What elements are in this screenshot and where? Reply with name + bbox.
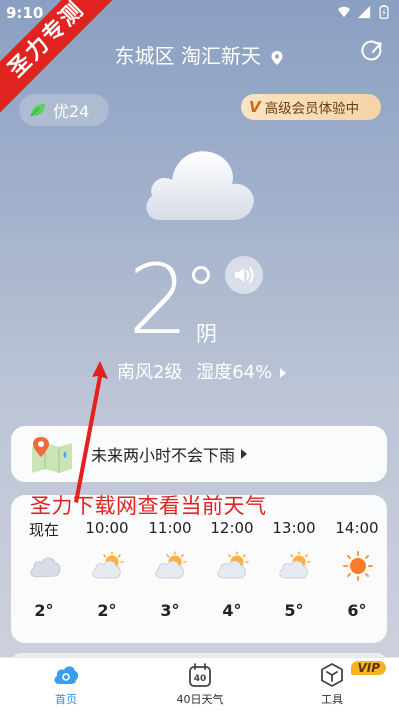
cloud-weather-icon [146,151,254,220]
tab-home[interactable]: 首页 [26,662,106,707]
chevron-right-icon [241,449,248,459]
sunny-icon [341,551,375,581]
vip-trial-badge[interactable]: V 高级会员体验中 [241,94,381,120]
current-temperature: 2 [128,244,190,356]
hourly-temp: 2° [34,601,54,620]
hourly-temp: 3° [160,601,180,620]
hourly-time: 现在 [28,521,59,539]
annotation-arrow [74,361,108,503]
degree-symbol [192,266,210,284]
location-label: 东城区 淘汇新天 [114,44,261,68]
tab-40-day-label: 40日天气 [176,693,224,706]
tab-40-day[interactable]: 40 40日天气 [160,662,240,707]
location-pin-icon [271,50,283,65]
vip-v-icon: V [249,98,261,116]
humidity-label: 湿度64% [196,362,273,383]
rain-forecast-text: 未来两小时不会下雨 [91,446,236,465]
hourly-time: 10:00 [85,519,129,537]
hourly-item[interactable]: 14:00 6° [326,495,388,643]
aqi-label: 优24 [53,102,90,121]
vip-tag: VIP [351,661,386,675]
hourly-time: 14:00 [335,519,379,537]
hourly-time: 12:00 [210,519,254,537]
watermark-caption: 圣力下载网查看当前天气 [30,494,267,518]
wind-humidity-row[interactable]: 南风2级 湿度64% [0,358,399,384]
signal-icon [357,5,371,19]
partly-cloudy-icon [154,551,188,581]
hourly-temp: 2° [97,601,117,620]
aqi-badge[interactable]: 优24 [19,94,109,126]
hourly-temp: 6° [347,601,367,620]
calendar-40-icon: 40 [189,663,211,687]
wifi-icon [337,6,351,18]
partly-cloudy-icon [216,551,250,581]
battery-icon [379,5,389,19]
hourly-time: 11:00 [148,519,192,537]
chevron-right-icon [279,368,286,378]
share-icon[interactable] [361,40,385,64]
tab-home-label: 首页 [55,693,77,706]
voice-broadcast-button[interactable] [225,256,263,294]
speaker-icon [235,267,254,283]
vip-trial-label: 高级会员体验中 [264,101,360,117]
hourly-item[interactable]: 13:00 5° [263,495,325,643]
leaf-icon [30,104,45,117]
status-icons [337,5,391,19]
hourly-time: 13:00 [272,519,316,537]
tab-tools-label: 工具 [321,693,343,706]
status-time: 9:10 [6,4,44,22]
current-condition: 阴 [196,322,217,346]
partly-cloudy-icon [91,551,125,581]
wind-label: 南风2级 [117,362,183,383]
bottom-tab-bar: 首页 40 40日天气 工具 VIP [0,657,399,711]
svg-text:40: 40 [194,674,207,684]
cloudy-icon [28,551,62,581]
hourly-temp: 5° [284,601,304,620]
cube-tool-icon [321,663,343,687]
rain-forecast-card[interactable]: 未来两小时不会下雨 [11,426,387,482]
cloud-home-icon [54,666,79,684]
hourly-temp: 4° [222,601,242,620]
partly-cloudy-icon [278,551,312,581]
rain-map-icon [32,437,72,473]
